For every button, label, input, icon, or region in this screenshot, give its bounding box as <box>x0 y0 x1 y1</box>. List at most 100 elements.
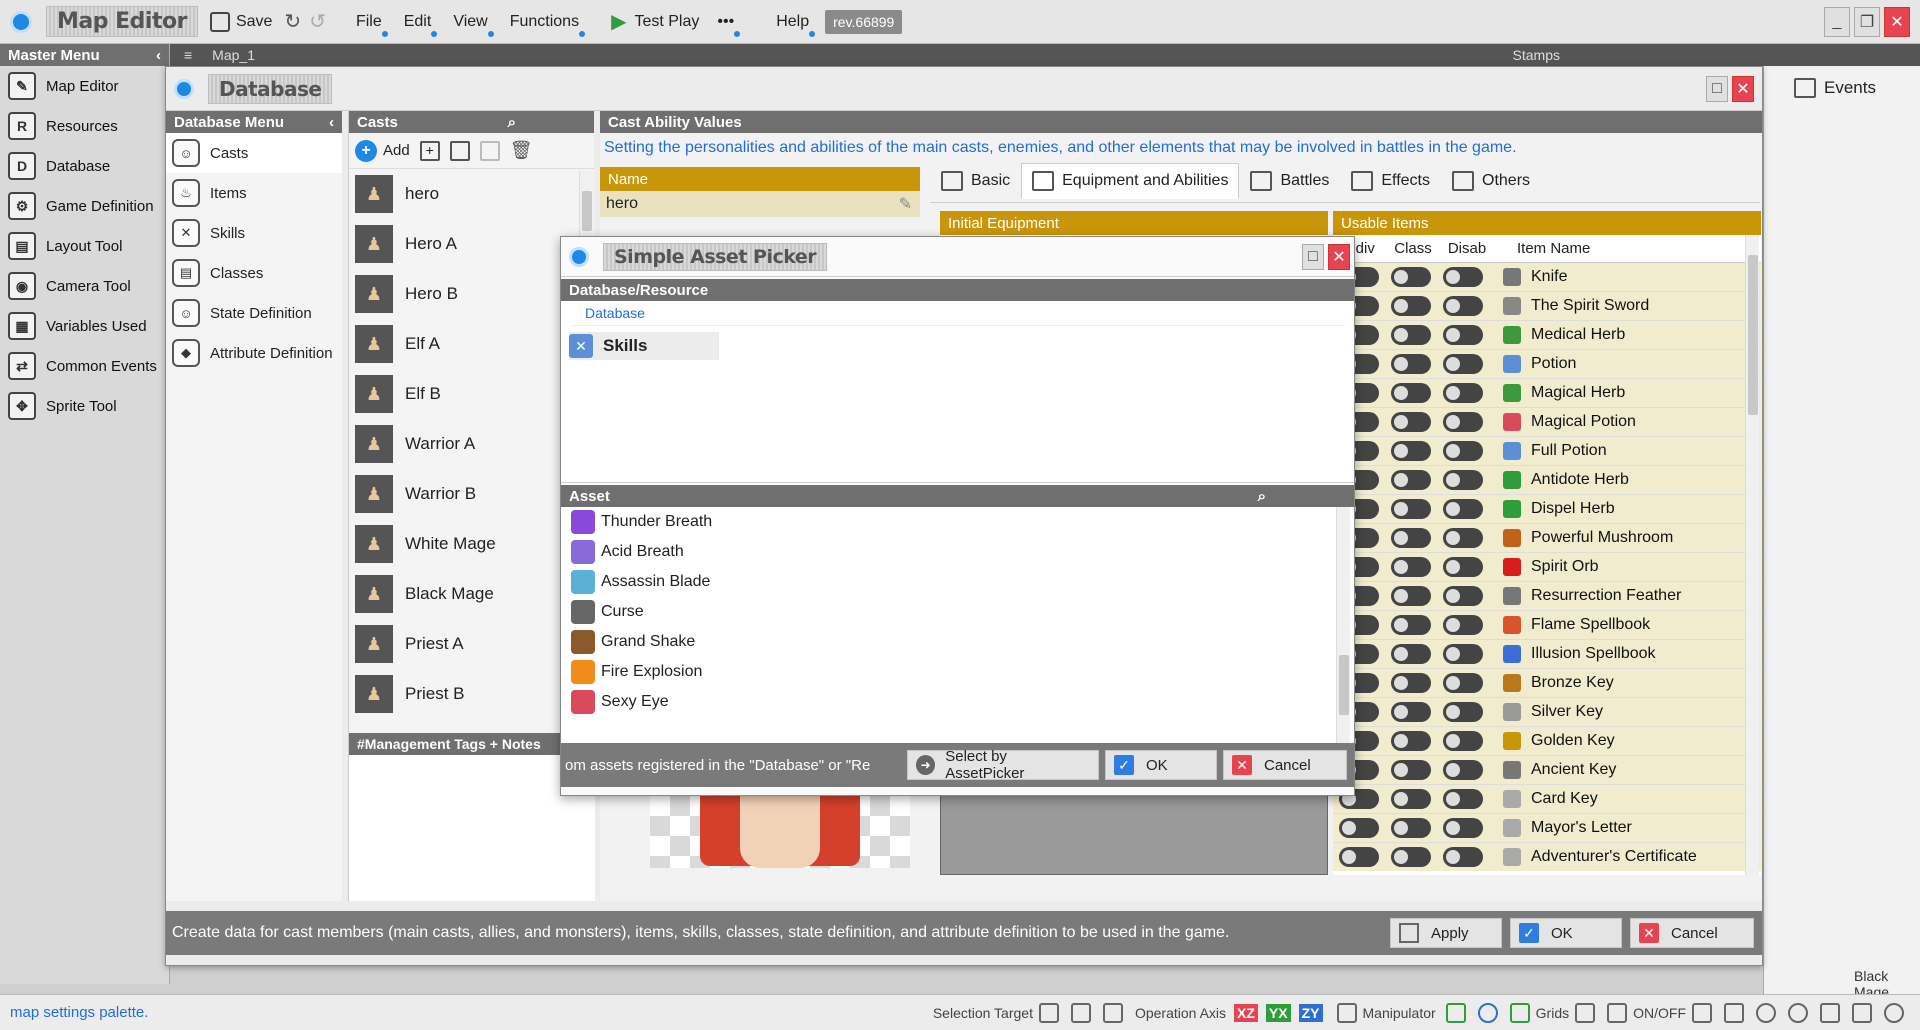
disable-toggle[interactable] <box>1443 586 1483 606</box>
class-toggle[interactable] <box>1391 673 1431 693</box>
db-maximize-button[interactable]: □ <box>1706 75 1728 102</box>
shield-icon[interactable] <box>1724 1002 1744 1023</box>
cast-list-item[interactable]: ♟ Hero B <box>349 269 594 319</box>
menu-edit[interactable]: Edit <box>398 13 438 37</box>
master-item-variables-used[interactable]: ▦ Variables Used <box>0 306 169 346</box>
disable-toggle[interactable] <box>1443 644 1483 664</box>
light-icon[interactable] <box>1788 1002 1808 1023</box>
axis-zy-button[interactable]: ZY <box>1298 1003 1323 1022</box>
layers-icon[interactable] <box>1692 1002 1712 1023</box>
delete-icon[interactable]: 🗑 <box>510 140 533 161</box>
db-menu-skills[interactable]: ✕ Skills <box>166 213 342 253</box>
casts-search-icon[interactable]: ⌕ <box>508 114 516 131</box>
picker-close-button[interactable]: ✕ <box>1328 243 1350 270</box>
usable-item-row[interactable]: Flame Spellbook <box>1333 611 1761 640</box>
class-toggle[interactable] <box>1391 644 1431 664</box>
disable-toggle[interactable] <box>1443 731 1483 751</box>
disable-toggle[interactable] <box>1443 354 1483 374</box>
class-toggle[interactable] <box>1391 615 1431 635</box>
class-toggle[interactable] <box>1391 847 1431 867</box>
save-button[interactable]: Save <box>209 11 272 32</box>
disable-toggle[interactable] <box>1443 296 1483 316</box>
camera-icon[interactable] <box>1756 1002 1776 1023</box>
cast-list-item[interactable]: ♟ White Mage <box>349 519 594 569</box>
class-toggle[interactable] <box>1391 557 1431 577</box>
asset-list-item[interactable]: Assassin Blade <box>561 567 1354 597</box>
close-button[interactable]: ✕ <box>1884 6 1910 37</box>
disable-toggle[interactable] <box>1443 441 1483 461</box>
db-menu-state-definition[interactable]: ☺ State Definition <box>166 293 342 333</box>
test-play-button[interactable]: ▶ Test Play <box>611 9 699 34</box>
axis-xz-button[interactable]: XZ <box>1234 1003 1258 1022</box>
asset-scrollbar[interactable] <box>1336 507 1350 743</box>
disable-toggle[interactable] <box>1443 499 1483 519</box>
master-item-map-editor[interactable]: ✎ Map Editor <box>0 66 169 106</box>
usable-item-row[interactable]: Magical Herb <box>1333 379 1761 408</box>
disable-toggle[interactable] <box>1443 528 1483 548</box>
usable-item-row[interactable]: Knife <box>1333 263 1761 292</box>
usable-item-row[interactable]: Potion <box>1333 350 1761 379</box>
usable-item-row[interactable]: Resurrection Feather <box>1333 582 1761 611</box>
asset-list-item[interactable]: Curse <box>561 597 1354 627</box>
master-item-resources[interactable]: R Resources <box>0 106 169 146</box>
picker-cancel-button[interactable]: ✕ Cancel <box>1223 750 1347 780</box>
tab-basic[interactable]: Basic <box>930 163 1021 199</box>
usable-item-row[interactable]: Powerful Mushroom <box>1333 524 1761 553</box>
class-toggle[interactable] <box>1391 267 1431 287</box>
db-menu-items[interactable]: ♨ Items <box>166 173 342 213</box>
disable-toggle[interactable] <box>1443 760 1483 780</box>
asset-list-item[interactable]: Acid Breath <box>561 537 1354 567</box>
edit-name-icon[interactable]: ✎ <box>899 194 912 214</box>
individual-toggle[interactable] <box>1339 818 1379 838</box>
rotate-icon[interactable] <box>1477 1002 1498 1023</box>
tab-others[interactable]: Others <box>1441 163 1541 199</box>
disable-toggle[interactable] <box>1443 847 1483 867</box>
class-toggle[interactable] <box>1391 354 1431 374</box>
map-menu-icon[interactable]: ≡ <box>184 47 192 63</box>
disable-toggle[interactable] <box>1443 325 1483 345</box>
usable-item-row[interactable]: Mayor's Letter <box>1333 814 1761 843</box>
tab-battles[interactable]: Battles <box>1239 163 1340 199</box>
class-toggle[interactable] <box>1391 586 1431 606</box>
collision-icon[interactable] <box>1852 1002 1872 1023</box>
tab-equipment-and-abilities[interactable]: Equipment and Abilities <box>1021 163 1240 199</box>
effect-icon[interactable] <box>1820 1002 1840 1023</box>
redo-icon[interactable]: ↺ <box>309 9 326 34</box>
db-menu-classes[interactable]: ▤ Classes <box>166 253 342 293</box>
master-item-camera-tool[interactable]: ◉ Camera Tool <box>0 266 169 306</box>
picker-maximize-button[interactable]: □ <box>1302 243 1324 270</box>
management-notes-area[interactable] <box>349 755 595 901</box>
class-toggle[interactable] <box>1391 760 1431 780</box>
master-item-database[interactable]: D Database <box>0 146 169 186</box>
manipulator-icon[interactable] <box>1336 1002 1357 1023</box>
copy-icon[interactable] <box>449 140 470 161</box>
cancel-button[interactable]: ✕ Cancel <box>1630 918 1754 948</box>
disable-toggle[interactable] <box>1443 470 1483 490</box>
class-toggle[interactable] <box>1391 818 1431 838</box>
grid-icon[interactable] <box>1607 1002 1628 1023</box>
class-toggle[interactable] <box>1391 325 1431 345</box>
paste-icon[interactable] <box>479 140 500 161</box>
menu-view[interactable]: View <box>447 13 494 37</box>
cast-list-item[interactable]: ♟ Hero A <box>349 219 594 269</box>
usable-item-row[interactable]: The Spirit Sword <box>1333 292 1761 321</box>
asset-list-item[interactable]: Grand Shake <box>561 627 1354 657</box>
disable-toggle[interactable] <box>1443 702 1483 722</box>
select-object-icon[interactable] <box>1038 1002 1059 1023</box>
grid-snap-icon[interactable] <box>1575 1002 1596 1023</box>
disable-toggle[interactable] <box>1443 267 1483 287</box>
master-item-game-definition[interactable]: ⚙ Game Definition <box>0 186 169 226</box>
class-toggle[interactable] <box>1391 296 1431 316</box>
menu-file[interactable]: File <box>350 13 388 37</box>
asset-search-icon[interactable]: ⌕ <box>1258 488 1266 505</box>
maximize-button[interactable]: ❐ <box>1854 6 1880 37</box>
cast-list-item[interactable]: ♟ hero <box>349 169 594 219</box>
asset-list-item[interactable]: Sexy Eye <box>561 687 1354 717</box>
usable-item-row[interactable]: Silver Key <box>1333 698 1761 727</box>
cast-list-item[interactable]: ♟ Priest A <box>349 619 594 669</box>
add-child-icon[interactable]: + <box>419 140 440 161</box>
select-area-icon[interactable] <box>1102 1002 1123 1023</box>
name-value[interactable]: hero <box>606 195 638 213</box>
map-tab[interactable]: Map_1 <box>212 47 255 63</box>
master-item-sprite-tool[interactable]: ✥ Sprite Tool <box>0 386 169 426</box>
